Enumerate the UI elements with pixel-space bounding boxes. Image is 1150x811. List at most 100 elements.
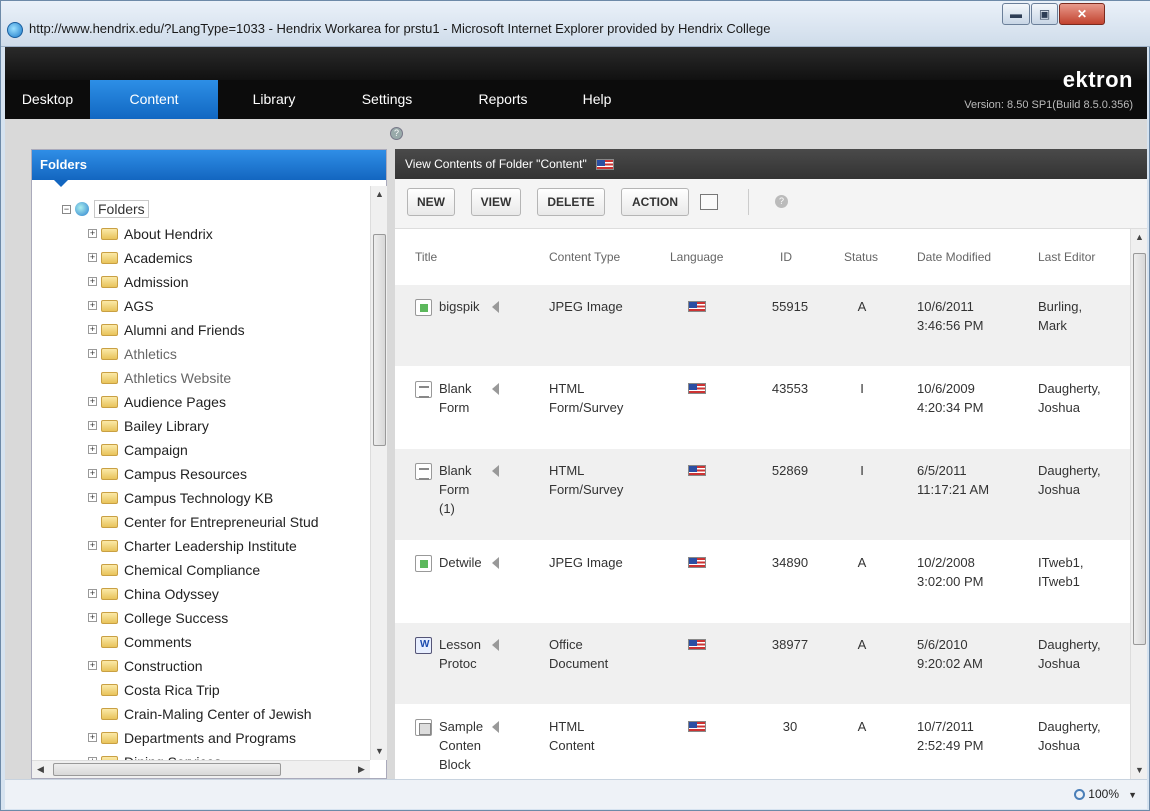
row-title-line[interactable]: Detwile	[439, 553, 487, 572]
column-header-language[interactable]: Language	[670, 229, 723, 285]
help-icon[interactable]: ?	[390, 127, 403, 140]
tab-reports[interactable]: Reports	[444, 80, 562, 119]
tree-item-label[interactable]: College Success	[124, 610, 228, 626]
expand-icon[interactable]: +	[88, 445, 97, 454]
row-title[interactable]: Sample Conten Block	[439, 717, 487, 774]
column-header-content-type[interactable]: Content Type	[549, 229, 620, 285]
tree-item[interactable]: + Bailey Library	[88, 414, 209, 437]
tree-item[interactable]: Crain-Maling Center of Jewish	[88, 702, 312, 725]
tree-item[interactable]: + AGS	[88, 294, 154, 317]
expand-icon[interactable]: +	[88, 469, 97, 478]
tree-item-label[interactable]: Academics	[124, 250, 192, 266]
tree-item-label[interactable]: Campus Technology KB	[124, 490, 273, 506]
tree-item[interactable]: + Admission	[88, 270, 189, 293]
context-menu-arrow-icon[interactable]	[492, 721, 499, 733]
tab-settings[interactable]: Settings	[330, 80, 444, 119]
row-title[interactable]: Lesson Protoc	[439, 635, 487, 673]
column-header-status[interactable]: Status	[844, 229, 878, 285]
content-table-vertical-scrollbar[interactable]: ▲ ▼	[1130, 229, 1147, 779]
tree-item[interactable]: + Academics	[88, 246, 192, 269]
tree-item[interactable]: + Campus Resources	[88, 462, 247, 485]
action-button[interactable]: ACTION	[621, 188, 689, 216]
expand-icon[interactable]: +	[88, 589, 97, 598]
expand-icon[interactable]: +	[88, 661, 97, 670]
new-button[interactable]: NEW	[407, 188, 455, 216]
tree-item[interactable]: + Audience Pages	[88, 390, 226, 413]
add-folder-icon[interactable]	[700, 194, 718, 210]
tree-item[interactable]: Comments	[88, 630, 192, 653]
expand-icon[interactable]: +	[88, 397, 97, 406]
table-row[interactable]: Detwile JPEG Image 34890 A 10/2/2008 3:02:00 …	[395, 541, 1130, 623]
row-title[interactable]: Detwile	[439, 553, 487, 572]
scroll-down-arrow-icon[interactable]: ▼	[371, 743, 388, 760]
folder-tree-vertical-scrollbar[interactable]: ▲ ▼	[370, 186, 387, 760]
tree-item[interactable]: Center for Entrepreneurial Stud	[88, 510, 319, 533]
tree-item-label[interactable]: AGS	[124, 298, 154, 314]
table-scroll-thumb[interactable]	[1133, 253, 1146, 645]
tree-item[interactable]: + Construction	[88, 654, 203, 677]
tree-item-label[interactable]: Construction	[124, 658, 203, 674]
tree-item-label[interactable]: Bailey Library	[124, 418, 209, 434]
collapse-icon[interactable]: −	[62, 204, 71, 214]
maximize-button[interactable]: ▣	[1031, 3, 1058, 25]
tree-item-label[interactable]: Campus Resources	[124, 466, 247, 482]
tree-item-label[interactable]: About Hendrix	[124, 226, 213, 242]
table-scroll-down-arrow-icon[interactable]: ▼	[1131, 762, 1148, 779]
tree-item[interactable]: + Alumni and Friends	[88, 318, 245, 341]
row-title-line[interactable]: Block	[439, 755, 487, 774]
table-row[interactable]: Blank Form HTML Form/Survey 43553 I 10/6/2009 4…	[395, 367, 1130, 449]
context-menu-arrow-icon[interactable]	[492, 557, 499, 569]
tree-item[interactable]: + College Success	[88, 606, 228, 629]
scroll-left-arrow-icon[interactable]: ◀	[32, 761, 49, 778]
expand-icon[interactable]: +	[88, 541, 97, 550]
tree-item-label[interactable]: China Odyssey	[124, 586, 219, 602]
expand-icon[interactable]: +	[88, 229, 97, 238]
row-title[interactable]: Blank Form	[439, 379, 487, 417]
tree-item-label[interactable]: Campaign	[124, 442, 188, 458]
expand-icon[interactable]: +	[88, 301, 97, 310]
toolbar-help-icon[interactable]: ?	[775, 195, 788, 208]
tree-item[interactable]: + About Hendrix	[88, 222, 213, 245]
horizontal-scroll-thumb[interactable]	[53, 763, 281, 776]
tree-item[interactable]: + Campaign	[88, 438, 188, 461]
tree-item-label[interactable]: Athletics Website	[124, 370, 231, 386]
row-title-line[interactable]: Blank	[439, 461, 487, 480]
expand-icon[interactable]: +	[88, 733, 97, 742]
context-menu-arrow-icon[interactable]	[492, 639, 499, 651]
row-title[interactable]: Blank Form (1)	[439, 461, 487, 518]
tab-content[interactable]: Content	[90, 80, 218, 119]
expand-icon[interactable]: +	[88, 325, 97, 334]
tree-item-label[interactable]: Crain-Maling Center of Jewish	[124, 706, 312, 722]
tree-root-label[interactable]: Folders	[94, 200, 149, 218]
row-title-line[interactable]: Conten	[439, 736, 487, 755]
tree-item[interactable]: + Campus Technology KB	[88, 486, 273, 509]
tree-item-label[interactable]: Comments	[124, 634, 192, 650]
tree-item-label[interactable]: Center for Entrepreneurial Stud	[124, 514, 319, 530]
row-title-line[interactable]: Form	[439, 398, 487, 417]
zoom-control[interactable]: 100%	[1074, 787, 1119, 801]
minimize-button[interactable]: ▬	[1002, 3, 1030, 25]
tree-item[interactable]: + Departments and Programs	[88, 726, 296, 749]
zoom-dropdown-arrow-icon[interactable]: ▼	[1128, 790, 1137, 800]
row-title-line[interactable]: (1)	[439, 499, 487, 518]
tree-item[interactable]: + Charter Leadership Institute	[88, 534, 297, 557]
tab-help[interactable]: Help	[562, 80, 632, 119]
tab-library[interactable]: Library	[218, 80, 330, 119]
row-title-line[interactable]: Sample	[439, 717, 487, 736]
tree-item[interactable]: Chemical Compliance	[88, 558, 260, 581]
column-header-title[interactable]: Title	[415, 229, 437, 285]
tree-item-label[interactable]: Departments and Programs	[124, 730, 296, 746]
column-header-id[interactable]: ID	[780, 229, 792, 285]
tree-item-label[interactable]: Alumni and Friends	[124, 322, 245, 338]
context-menu-arrow-icon[interactable]	[492, 383, 499, 395]
expand-icon[interactable]: +	[88, 613, 97, 622]
expand-icon[interactable]: +	[88, 277, 97, 286]
tree-item-label[interactable]: Charter Leadership Institute	[124, 538, 297, 554]
tree-item-label[interactable]: Chemical Compliance	[124, 562, 260, 578]
column-header-date-modified[interactable]: Date Modified	[917, 229, 991, 285]
tree-item[interactable]: + Athletics	[88, 342, 177, 365]
view-button[interactable]: VIEW	[471, 188, 521, 216]
tree-root[interactable]: − Folders	[62, 198, 149, 220]
expand-icon[interactable]: +	[88, 349, 97, 358]
tree-item[interactable]: + China Odyssey	[88, 582, 219, 605]
